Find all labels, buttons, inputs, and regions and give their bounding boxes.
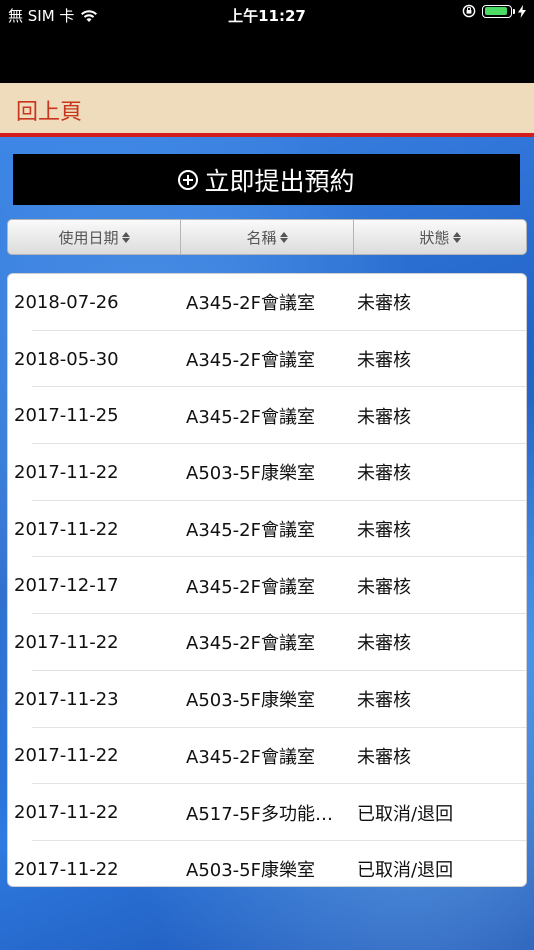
charging-bolt-icon xyxy=(518,4,526,18)
sort-header-label: 使用日期 xyxy=(58,228,119,247)
reservation-row[interactable]: 2017-11-22 A345-2F會議室 未審核 xyxy=(8,501,526,558)
row-status: 未審核 xyxy=(357,633,411,655)
status-right xyxy=(462,4,526,18)
row-date: 2017-11-25 xyxy=(14,405,119,427)
reservation-row[interactable]: 2017-11-22 A345-2F會議室 未審核 xyxy=(8,614,526,671)
row-date: 2017-11-23 xyxy=(14,688,119,710)
row-status: 未審核 xyxy=(357,350,411,372)
reservation-row[interactable]: 2017-11-22 A503-5F康樂室 未審核 xyxy=(8,444,526,501)
row-date: 2017-11-22 xyxy=(14,858,119,880)
row-name: A345-2F會議室 xyxy=(186,406,315,428)
row-status: 未審核 xyxy=(357,746,411,768)
sort-arrows-icon xyxy=(279,231,288,243)
row-status: 未審核 xyxy=(357,690,411,712)
reservation-row[interactable]: 2017-11-23 A503-5F康樂室 未審核 xyxy=(8,671,526,728)
row-name: A345-2F會議室 xyxy=(186,633,315,655)
sort-header-label: 名稱 xyxy=(246,228,277,247)
reservation-row[interactable]: 2017-11-22 A503-5F康樂室 已取消/退回 xyxy=(8,841,526,886)
reservation-row[interactable]: 2017-12-17 A345-2F會議室 未審核 xyxy=(8,557,526,614)
back-button[interactable]: 回上頁 xyxy=(16,94,82,126)
row-status: 已取消/退回 xyxy=(357,860,454,882)
row-name: A345-2F會議室 xyxy=(186,293,315,315)
reservation-row[interactable]: 2017-11-22 A517-5F多功能… 已取消/退回 xyxy=(8,784,526,841)
row-name: A503-5F康樂室 xyxy=(186,860,315,882)
sort-header-label: 狀態 xyxy=(419,228,450,247)
sort-by-status-button[interactable]: 狀態 xyxy=(354,219,527,255)
row-date: 2017-12-17 xyxy=(14,575,119,597)
sort-header: 使用日期 名稱 狀態 xyxy=(7,219,527,255)
reservation-row[interactable]: 2017-11-22 A345-2F會議室 未審核 xyxy=(8,728,526,785)
sort-arrows-icon xyxy=(121,231,130,243)
row-name: A345-2F會議室 xyxy=(186,350,315,372)
row-date: 2017-11-22 xyxy=(14,745,119,767)
status-bar: 無 SIM 卡 上午11:27 xyxy=(0,0,534,83)
navigation-bar: 回上頁 xyxy=(0,83,534,137)
row-name: A345-2F會議室 xyxy=(186,746,315,768)
reservation-row[interactable]: 2018-05-30 A345-2F會議室 未審核 xyxy=(8,331,526,388)
row-status: 未審核 xyxy=(357,576,411,598)
sort-by-date-button[interactable]: 使用日期 xyxy=(7,219,181,255)
battery-icon xyxy=(482,4,515,18)
row-status: 未審核 xyxy=(357,293,411,315)
row-status: 未審核 xyxy=(357,463,411,485)
rotation-lock-icon xyxy=(462,4,476,18)
reservation-row[interactable]: 2018-07-26 A345-2F會議室 未審核 xyxy=(8,274,526,331)
sort-arrows-icon xyxy=(452,231,461,243)
row-status: 未審核 xyxy=(357,520,411,542)
row-name: A503-5F康樂室 xyxy=(186,463,315,485)
row-date: 2017-11-22 xyxy=(14,461,119,483)
status-time: 上午11:27 xyxy=(228,7,306,25)
row-date: 2017-11-22 xyxy=(14,518,119,540)
row-name: A503-5F康樂室 xyxy=(186,690,315,712)
row-date: 2017-11-22 xyxy=(14,802,119,824)
row-status: 未審核 xyxy=(357,406,411,428)
sort-by-name-button[interactable]: 名稱 xyxy=(181,219,354,255)
row-name: A345-2F會議室 xyxy=(186,520,315,542)
reservation-row[interactable]: 2017-11-25 A345-2F會議室 未審核 xyxy=(8,387,526,444)
new-reservation-label: 立即提出預約 xyxy=(204,166,355,196)
row-name: A345-2F會議室 xyxy=(186,576,315,598)
plus-circle-icon xyxy=(178,169,199,190)
row-date: 2018-07-26 xyxy=(14,291,119,313)
new-reservation-button[interactable]: 立即提出預約 xyxy=(13,154,520,205)
row-name: A517-5F多功能… xyxy=(186,803,333,825)
row-status: 已取消/退回 xyxy=(357,803,454,825)
row-date: 2018-05-30 xyxy=(14,348,119,370)
row-date: 2017-11-22 xyxy=(14,631,119,653)
reservation-list[interactable]: 2018-07-26 A345-2F會議室 未審核 2018-05-30 A34… xyxy=(7,273,527,887)
